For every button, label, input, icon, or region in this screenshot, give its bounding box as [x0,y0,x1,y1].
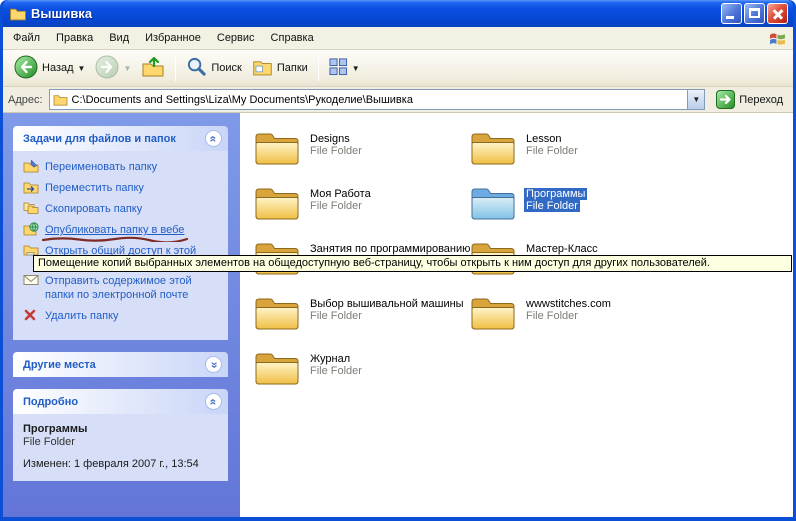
menu-favorites[interactable]: Избранное [137,29,209,47]
task-email-folder[interactable]: Отправить содержимое этой папки по элект… [23,274,222,302]
window-title: Вышивка [31,6,719,21]
address-dropdown-button[interactable]: ▼ [687,90,704,109]
back-button[interactable]: Назад ▼ [9,52,90,85]
search-icon [186,56,207,80]
collapse-chevron-up-icon[interactable]: « [205,393,222,410]
up-button[interactable] [136,52,170,85]
section-title: Другие места [23,359,96,371]
titlebar[interactable]: Вышивка [3,0,793,27]
section-other-places: Другие места « [13,352,228,377]
menubar: Файл Правка Вид Избранное Сервис Справка [3,27,793,50]
go-arrow-icon [716,90,735,109]
move-folder-icon [23,180,39,195]
maximize-button[interactable] [744,3,765,24]
file-tile-moya-rabota[interactable]: Моя РаботаFile Folder [254,185,470,240]
forward-dropdown-icon: ▼ [123,64,131,73]
address-path: C:\Documents and Settings\Liza\My Docume… [72,94,688,106]
explorer-window: Вышивка Файл Правка Вид Избранное Сервис… [0,0,796,521]
section-title: Подробно [23,396,78,408]
section-header-details[interactable]: Подробно « [13,389,228,414]
menu-edit[interactable]: Правка [48,29,101,47]
folder-icon [470,130,516,166]
back-dropdown-icon[interactable]: ▼ [78,64,86,73]
email-folder-icon [23,273,39,302]
menu-tools[interactable]: Сервис [209,29,263,47]
file-tile-lesson[interactable]: LessonFile Folder [470,130,686,185]
close-button[interactable] [767,3,788,24]
search-button[interactable]: Поиск [181,53,246,83]
window-folder-icon [9,6,27,22]
section-details: Подробно « Программы File Folder Изменен… [13,389,228,481]
go-label: Переход [739,94,783,106]
folders-label: Папки [277,62,308,74]
details-name: Программы [23,423,222,436]
task-rename-folder[interactable]: Переименовать папку [23,160,222,174]
file-tile-programmy-selected[interactable]: ПрограммыFile Folder [470,185,686,240]
menu-help[interactable]: Справка [263,29,322,47]
folders-button[interactable]: Папки [247,54,313,83]
back-label: Назад [42,62,74,74]
task-delete-folder[interactable]: Удалить папку [23,309,222,323]
address-label: Адрес: [8,94,43,106]
section-file-tasks: Задачи для файлов и папок « Переимено [13,126,228,340]
copy-folder-icon [23,201,39,216]
search-label: Поиск [211,62,241,74]
folder-icon-selected [470,185,516,221]
rename-folder-icon [23,159,39,174]
section-header-other-places[interactable]: Другие места « [13,352,228,377]
file-tile-wwwstitches[interactable]: wwwstitches.comFile Folder [470,295,686,350]
task-move-folder[interactable]: Переместить папку [23,181,222,195]
task-copy-folder[interactable]: Скопировать папку [23,202,222,216]
folder-icon [254,350,300,386]
views-button[interactable]: ▼ [324,54,365,82]
folder-icon [254,130,300,166]
task-pane: Задачи для файлов и папок « Переимено [3,113,240,517]
red-underline-mark [41,236,189,242]
views-dropdown-icon[interactable]: ▼ [352,64,360,73]
file-tile-vybor-mashiny[interactable]: Выбор вышивальной машиныFile Folder [254,295,470,350]
section-title: Задачи для файлов и папок [23,133,176,145]
address-folder-icon [53,93,68,106]
details-type: File Folder [23,436,222,449]
folder-icon [254,185,300,221]
publish-web-icon [23,222,39,237]
details-modified: Изменен: 1 февраля 2007 г., 13:54 [23,458,222,471]
address-bar: Адрес: C:\Documents and Settings\Liza\My… [3,87,793,113]
minimize-button[interactable] [721,3,742,24]
go-button[interactable]: Переход [711,88,788,111]
tooltip: Помещение копий выбранных элементов на о… [33,255,792,272]
file-tile-designs[interactable]: DesignsFile Folder [254,130,470,185]
expand-chevron-down-icon[interactable]: « [205,356,222,373]
toolbar-separator [318,55,319,81]
section-header-file-tasks[interactable]: Задачи для файлов и папок « [13,126,228,151]
folder-icon [470,295,516,331]
task-publish-folder-web[interactable]: Опубликовать папку в вебе [23,223,222,237]
forward-arrow-icon [95,55,119,82]
menu-file[interactable]: Файл [5,29,48,47]
folder-icon [254,295,300,331]
delete-icon [23,308,39,323]
file-list: DesignsFile Folder LessonFile Folder Моя… [240,113,793,517]
folders-icon [252,57,273,80]
collapse-chevron-up-icon[interactable]: « [205,130,222,147]
windows-logo-icon [769,31,789,46]
toolbar-separator [175,55,176,81]
up-folder-icon [141,55,165,82]
forward-button[interactable]: ▼ [90,52,136,85]
address-combo[interactable]: C:\Documents and Settings\Liza\My Docume… [49,89,706,110]
file-tile-zhurnal[interactable]: ЖурналFile Folder [254,350,470,405]
views-grid-icon [329,57,348,79]
menu-view[interactable]: Вид [101,29,137,47]
back-arrow-icon [14,55,38,82]
toolbar: Назад ▼ ▼ [3,50,793,87]
